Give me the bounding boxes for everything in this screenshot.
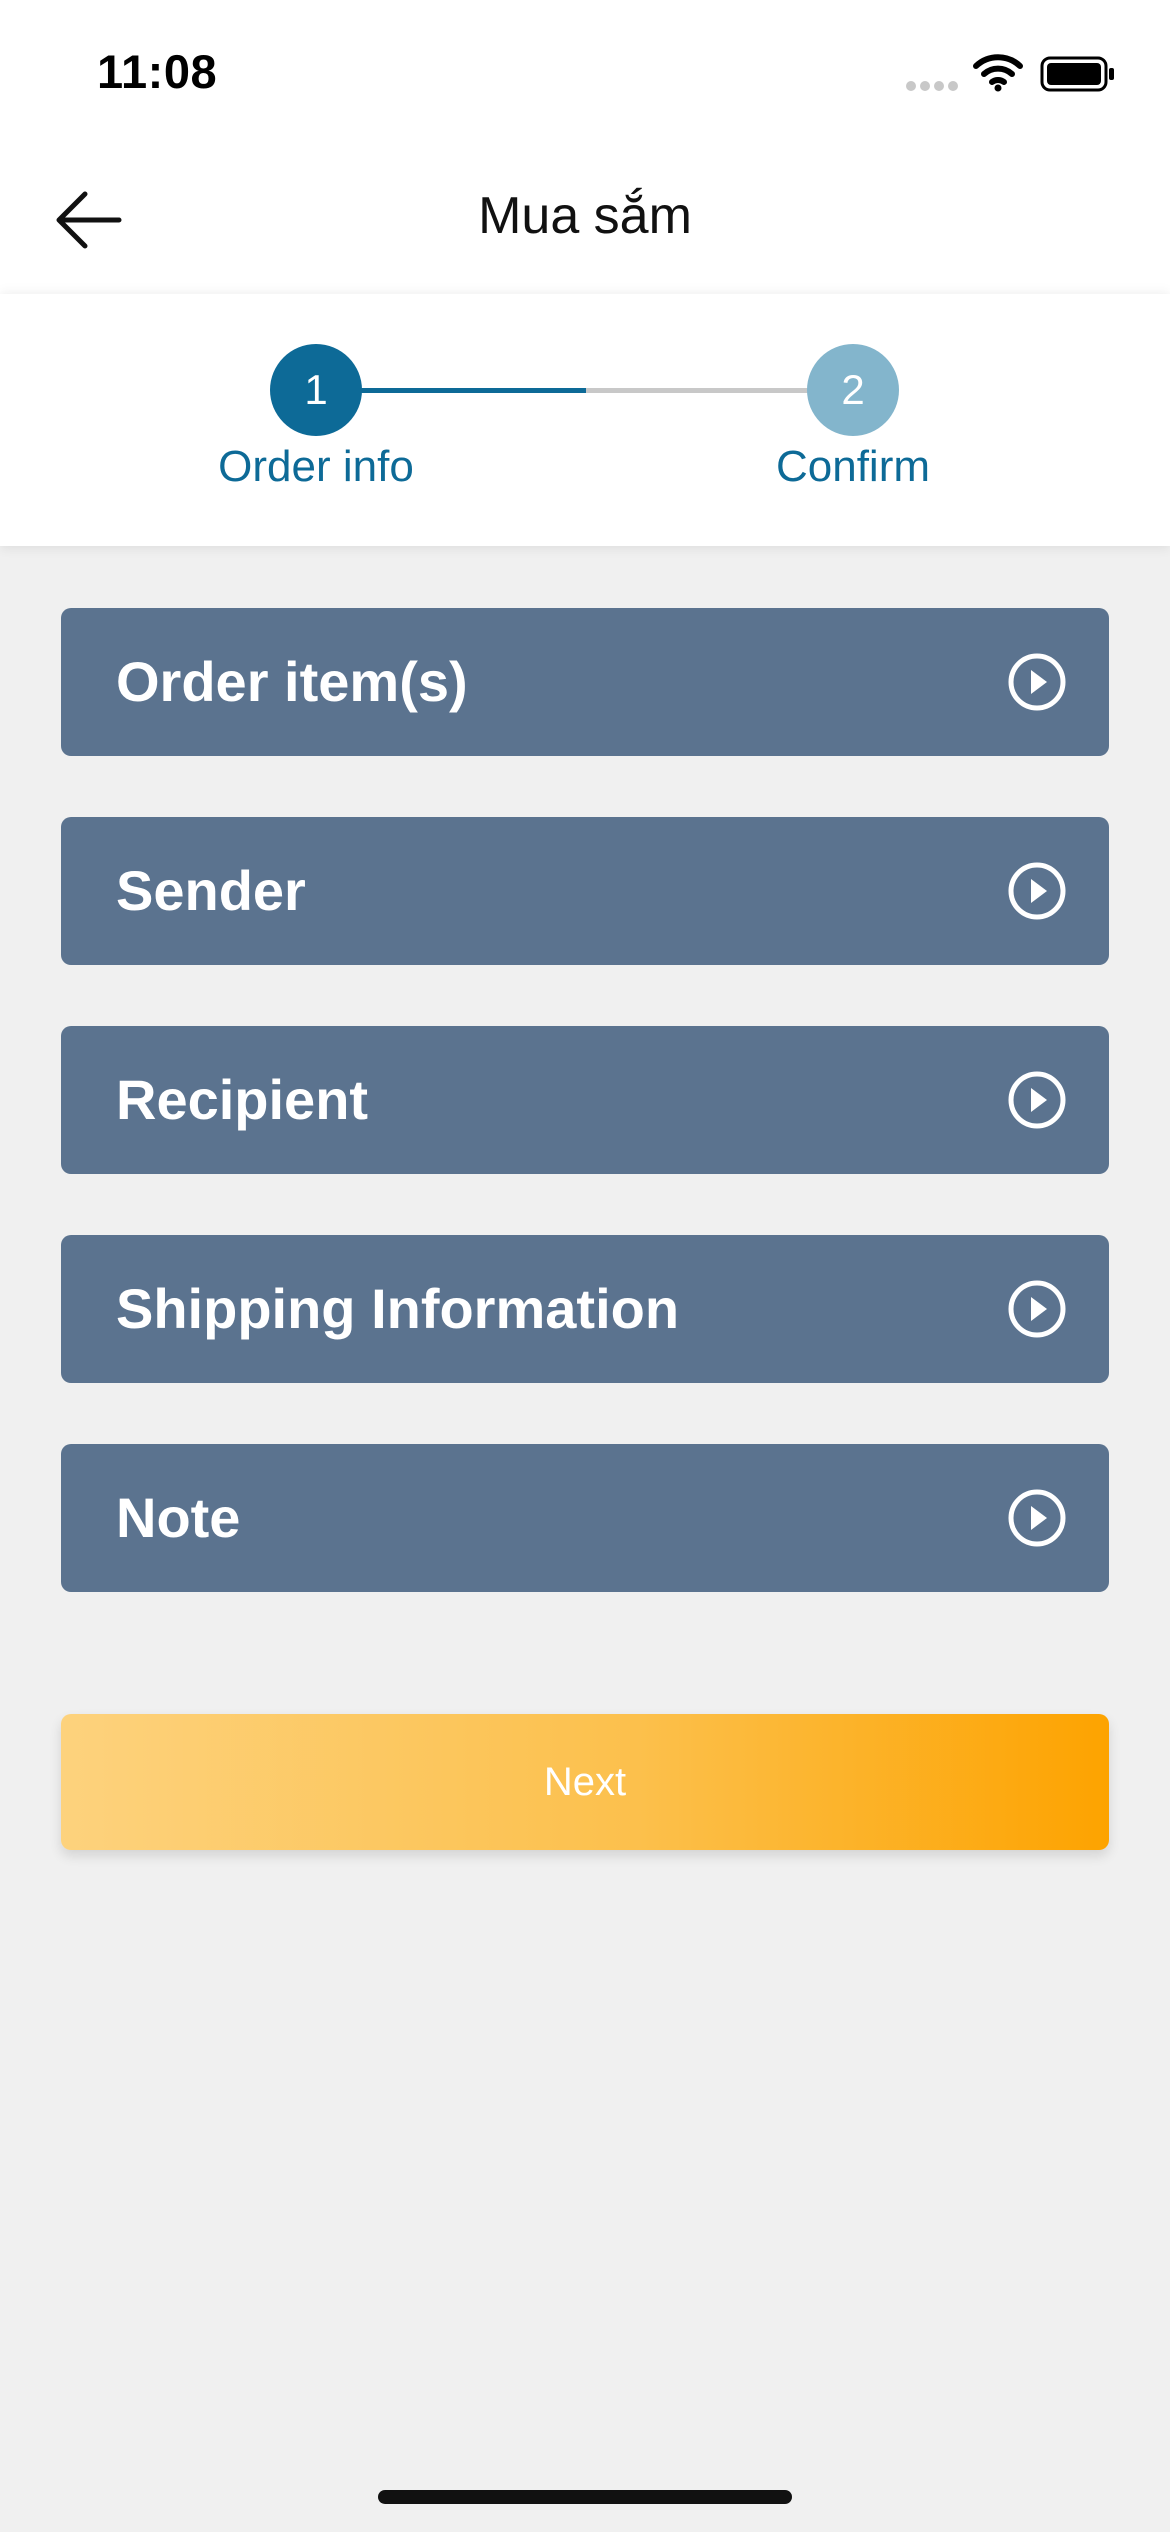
section-sender[interactable]: Sender — [61, 817, 1109, 965]
step-2-label: Confirm — [775, 442, 931, 491]
order-stepper: 1 2 Order info Confirm — [0, 294, 1170, 546]
section-label: Shipping Information — [116, 1277, 680, 1340]
play-circle-icon — [1008, 1280, 1066, 1338]
section-label: Note — [116, 1486, 241, 1549]
section-recipient[interactable]: Recipient — [61, 1026, 1109, 1174]
wifi-icon — [973, 54, 1023, 92]
step-1-indicator: 1 — [270, 344, 362, 436]
battery-icon — [1040, 56, 1114, 92]
play-circle-icon — [1008, 1489, 1066, 1547]
step-2-indicator: 2 — [807, 344, 899, 436]
step-1-label: Order info — [218, 442, 414, 491]
page-title: Mua sắm — [478, 187, 692, 245]
section-label: Order item(s) — [116, 650, 468, 713]
cellular-signal-icon — [906, 81, 958, 91]
status-time: 11:08 — [97, 45, 218, 98]
section-order-items[interactable]: Order item(s) — [61, 608, 1109, 756]
section-shipping-information[interactable]: Shipping Information — [61, 1235, 1109, 1383]
play-circle-icon — [1008, 862, 1066, 920]
play-circle-icon — [1008, 653, 1066, 711]
home-indicator[interactable] — [378, 2490, 792, 2504]
status-bar: 11:08 — [0, 0, 1170, 140]
nav-header: Mua sắm — [0, 140, 1170, 294]
section-label: Sender — [116, 859, 306, 922]
section-note[interactable]: Note — [61, 1444, 1109, 1592]
play-circle-icon — [1008, 1071, 1066, 1129]
next-button[interactable]: Next — [61, 1714, 1109, 1850]
section-label: Recipient — [116, 1068, 369, 1131]
